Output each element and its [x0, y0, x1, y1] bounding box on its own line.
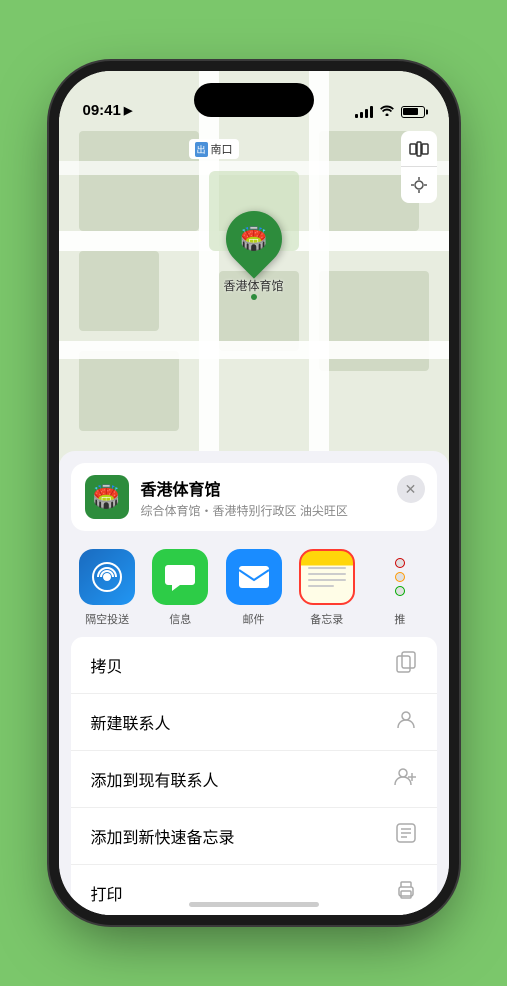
- actions-group: 拷贝 新建联系人 添加到现有联系人: [71, 637, 437, 915]
- battery-icon: [401, 106, 425, 118]
- new-contact-label: 新建联系人: [91, 710, 171, 734]
- close-button[interactable]: ✕: [397, 475, 425, 503]
- map-station-label: 出 南口: [189, 139, 239, 159]
- app-item-airdrop[interactable]: 隔空投送: [71, 549, 144, 627]
- stadium-icon: 🏟️: [240, 226, 267, 252]
- airdrop-icon: [79, 549, 135, 605]
- station-box: 出: [195, 142, 208, 157]
- venue-card: 🏟️ 香港体育馆 综合体育馆・香港特别行政区 油尖旺区 ✕: [71, 463, 437, 531]
- action-copy[interactable]: 拷贝: [71, 637, 437, 694]
- apps-row: 隔空投送 信息 邮件: [59, 539, 449, 637]
- more-icon: [372, 549, 428, 605]
- app-item-notes[interactable]: 备忘录: [290, 549, 363, 627]
- signal-icon: [355, 106, 373, 118]
- mail-label: 邮件: [243, 611, 265, 627]
- phone-frame: 09:41 ▶: [59, 71, 449, 915]
- map-type-button[interactable]: [401, 131, 437, 167]
- home-indicator: [189, 902, 319, 907]
- app-item-more[interactable]: 推: [363, 549, 436, 627]
- quick-note-label: 添加到新快速备忘录: [91, 824, 235, 848]
- venue-name: 香港体育馆: [141, 476, 423, 500]
- action-new-contact[interactable]: 新建联系人: [71, 694, 437, 751]
- pin-dot: [250, 294, 256, 300]
- map-buttons[interactable]: [401, 131, 437, 203]
- copy-label: 拷贝: [91, 653, 123, 677]
- pin-circle: 🏟️: [214, 199, 293, 278]
- notes-label: 备忘录: [310, 611, 343, 627]
- bottom-sheet: 🏟️ 香港体育馆 综合体育馆・香港特别行政区 油尖旺区 ✕: [59, 451, 449, 915]
- location-arrow-icon: ▶: [124, 104, 132, 117]
- location-button[interactable]: [401, 167, 437, 203]
- print-icon: [395, 879, 417, 907]
- person-add-icon: [393, 765, 417, 793]
- venue-icon: 🏟️: [85, 475, 129, 519]
- copy-icon: [395, 651, 417, 679]
- venue-info: 香港体育馆 综合体育馆・香港特别行政区 油尖旺区: [141, 476, 423, 519]
- action-quick-note[interactable]: 添加到新快速备忘录: [71, 808, 437, 865]
- clock: 09:41: [83, 102, 121, 119]
- station-name: 南口: [211, 141, 233, 157]
- status-icons: [355, 104, 425, 119]
- dynamic-island: [194, 83, 314, 117]
- wifi-icon: [379, 104, 395, 119]
- action-add-contact[interactable]: 添加到现有联系人: [71, 751, 437, 808]
- app-item-mail[interactable]: 邮件: [217, 549, 290, 627]
- mail-icon: [226, 549, 282, 605]
- notes-icon: [299, 549, 355, 605]
- messages-label: 信息: [169, 611, 191, 627]
- quick-note-icon: [395, 822, 417, 850]
- venue-subtitle: 综合体育馆・香港特别行政区 油尖旺区: [141, 502, 423, 519]
- print-label: 打印: [91, 881, 123, 905]
- map-area: 出 南口: [59, 71, 449, 491]
- more-label: 推: [394, 611, 405, 627]
- add-contact-label: 添加到现有联系人: [91, 767, 219, 791]
- status-time: 09:41 ▶: [83, 102, 133, 119]
- messages-icon: [152, 549, 208, 605]
- pin-label: 香港体育馆: [223, 277, 283, 294]
- action-print[interactable]: 打印: [71, 865, 437, 915]
- location-pin: 🏟️ 香港体育馆: [223, 211, 283, 294]
- app-item-messages[interactable]: 信息: [144, 549, 217, 627]
- airdrop-label: 隔空投送: [85, 611, 129, 627]
- person-icon: [395, 708, 417, 736]
